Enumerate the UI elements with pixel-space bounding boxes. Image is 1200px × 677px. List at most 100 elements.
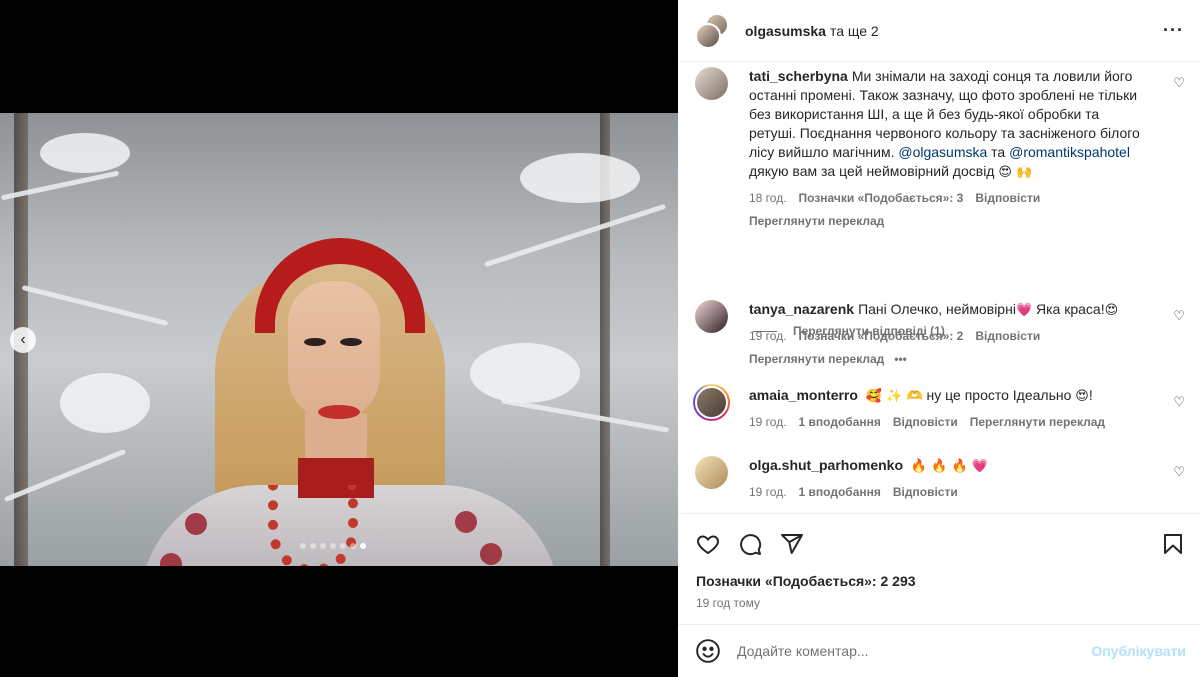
comment-content: Пані Олечко, неймовірні (858, 301, 1016, 317)
comment-meta: 19 год. Позначки «Подобається»: 2 Відпов… (749, 327, 1149, 346)
comment-time[interactable]: 18 год. (749, 189, 787, 208)
heart-icon[interactable]: ♡ (1173, 394, 1185, 410)
comments-list: tati_scherbyna Ми знімали на заході сонця… (678, 62, 1200, 514)
mention-link[interactable]: @romantikspahotel (1009, 144, 1130, 160)
translate-link[interactable]: Переглянути переклад (749, 212, 1149, 231)
reply-button[interactable]: Відповісти (975, 327, 1040, 346)
comment-text: tati_scherbyna Ми знімали на заході сонця… (749, 67, 1149, 182)
mention-link[interactable]: @olgasumska (898, 144, 987, 160)
post-author-link[interactable]: olgasumska (745, 23, 826, 39)
avatar[interactable] (695, 456, 728, 489)
reply-button[interactable]: Відповісти (893, 483, 958, 502)
comment-likes[interactable]: 1 вподобання (799, 483, 881, 502)
comment-content: ! (1088, 387, 1093, 403)
portrait-eye (304, 338, 326, 346)
story-ring[interactable] (693, 384, 730, 421)
carousel-dot (360, 543, 366, 549)
reply-button[interactable]: Відповісти (893, 413, 958, 432)
comment-body: tanya_nazarenk Пані Олечко, неймовірні💗 Я… (749, 300, 1149, 369)
add-comment-bar: Опублікувати (678, 624, 1200, 677)
comment-likes[interactable]: Позначки «Подобається»: 2 (799, 327, 964, 346)
comment-likes[interactable]: Позначки «Подобається»: 3 (799, 189, 964, 208)
comment-username[interactable]: tanya_nazarenk (749, 301, 854, 317)
comment-icon (740, 534, 762, 556)
snow-patch (470, 343, 580, 403)
snowy-branch (500, 398, 670, 433)
berry-wreath (255, 238, 425, 333)
translate-row: Переглянути переклад ••• (749, 350, 1149, 369)
comment-body: amaia_monterro 🥰 ✨ 🫶 ну це просто Ідеаль… (749, 386, 1149, 432)
carousel-dot (310, 543, 316, 549)
avatar[interactable] (695, 67, 728, 100)
like-button[interactable] (695, 531, 721, 557)
avatar (695, 386, 728, 419)
embroidery-flower (455, 511, 477, 533)
save-button[interactable] (1160, 531, 1186, 557)
comment-emoji: 🥰 ✨ 🫶 (865, 389, 923, 404)
portrait-eye (340, 338, 362, 346)
comment-content: та (991, 144, 1006, 160)
avatar[interactable] (695, 300, 728, 333)
comment-button[interactable] (737, 531, 763, 557)
snow-patch (60, 373, 150, 433)
coral-beads (268, 485, 358, 566)
comment-time[interactable]: 19 год. (749, 413, 787, 432)
snowy-branch (21, 284, 169, 327)
carousel-dot (320, 543, 326, 549)
comment-body: tati_scherbyna Ми знімали на заході сонця… (749, 67, 1149, 231)
comment-emoji: 😍 🙌 (998, 165, 1033, 180)
comment-time[interactable]: 19 год. (749, 327, 787, 346)
comment-content: Яка краса! (1036, 301, 1105, 317)
carousel-dot (300, 543, 306, 549)
snow-patch (40, 133, 130, 173)
heart-icon[interactable]: ♡ (1173, 75, 1185, 91)
more-horizontal-icon[interactable]: ··· (1163, 20, 1184, 41)
comment-username[interactable]: amaia_monterro (749, 387, 858, 403)
likes-count[interactable]: Позначки «Подобається»: 2 293 (696, 573, 916, 589)
comment-meta: 19 год. 1 вподобання Відповісти (749, 483, 1149, 502)
post-header: olgasumska та ще 2 ··· (678, 0, 1200, 62)
share-icon (781, 534, 803, 554)
emoji-icon[interactable] (695, 638, 721, 664)
comment-text: olga.shut_parhomenko 🔥 🔥 🔥 💗 (749, 456, 1149, 476)
post-actions (695, 528, 1186, 560)
post-photo[interactable] (0, 113, 678, 566)
comment-content: ну це просто Ідеально (926, 387, 1072, 403)
comment-body: olga.shut_parhomenko 🔥 🔥 🔥 💗 19 год. 1 в… (749, 456, 1149, 502)
embroidery-flower (185, 513, 207, 535)
carousel-dot (350, 543, 356, 549)
translate-link[interactable]: Переглянути переклад (970, 413, 1105, 432)
comment-emoji: 😍 (1075, 389, 1089, 404)
translate-link[interactable]: Переглянути переклад (749, 350, 884, 369)
heart-icon (697, 535, 719, 555)
chevron-left-icon: ‹ (20, 331, 26, 348)
comment-emoji: 😍 (1104, 303, 1119, 318)
comment-content: дякую вам за цей неймовірний досвід (749, 163, 995, 179)
share-button[interactable] (779, 531, 805, 557)
avatar (695, 22, 721, 49)
comment-input[interactable] (737, 643, 1092, 659)
carousel-dots (300, 543, 366, 549)
comment-text: amaia_monterro 🥰 ✨ 🫶 ну це просто Ідеаль… (749, 386, 1149, 406)
coauthors-link[interactable]: та ще 2 (830, 23, 879, 39)
comment-text: tanya_nazarenk Пані Олечко, неймовірні💗 Я… (749, 300, 1149, 320)
comment-time[interactable]: 19 год. (749, 483, 787, 502)
more-horizontal-icon[interactable]: ••• (894, 350, 907, 369)
carousel-dot (330, 543, 336, 549)
post-timestamp[interactable]: 19 год тому (696, 596, 760, 610)
comment-username[interactable]: olga.shut_parhomenko (749, 457, 903, 473)
publish-button[interactable]: Опублікувати (1091, 643, 1186, 659)
comment-likes[interactable]: 1 вподобання (799, 413, 881, 432)
heart-icon[interactable]: ♡ (1173, 464, 1185, 480)
post-side-panel: olgasumska та ще 2 ··· tati_scherbyna Ми … (678, 0, 1200, 677)
comment-username[interactable]: tati_scherbyna (749, 68, 848, 84)
post-media-pane: ‹ (0, 0, 678, 677)
carousel-prev-button[interactable]: ‹ (10, 327, 36, 353)
reply-button[interactable]: Відповісти (975, 189, 1040, 208)
heart-icon[interactable]: ♡ (1173, 308, 1185, 324)
portrait-lips (318, 405, 360, 419)
bookmark-icon (1164, 534, 1182, 554)
translate-label: Переглянути переклад (749, 214, 885, 228)
author-avatars[interactable] (695, 12, 731, 49)
snowy-branch (483, 203, 667, 268)
